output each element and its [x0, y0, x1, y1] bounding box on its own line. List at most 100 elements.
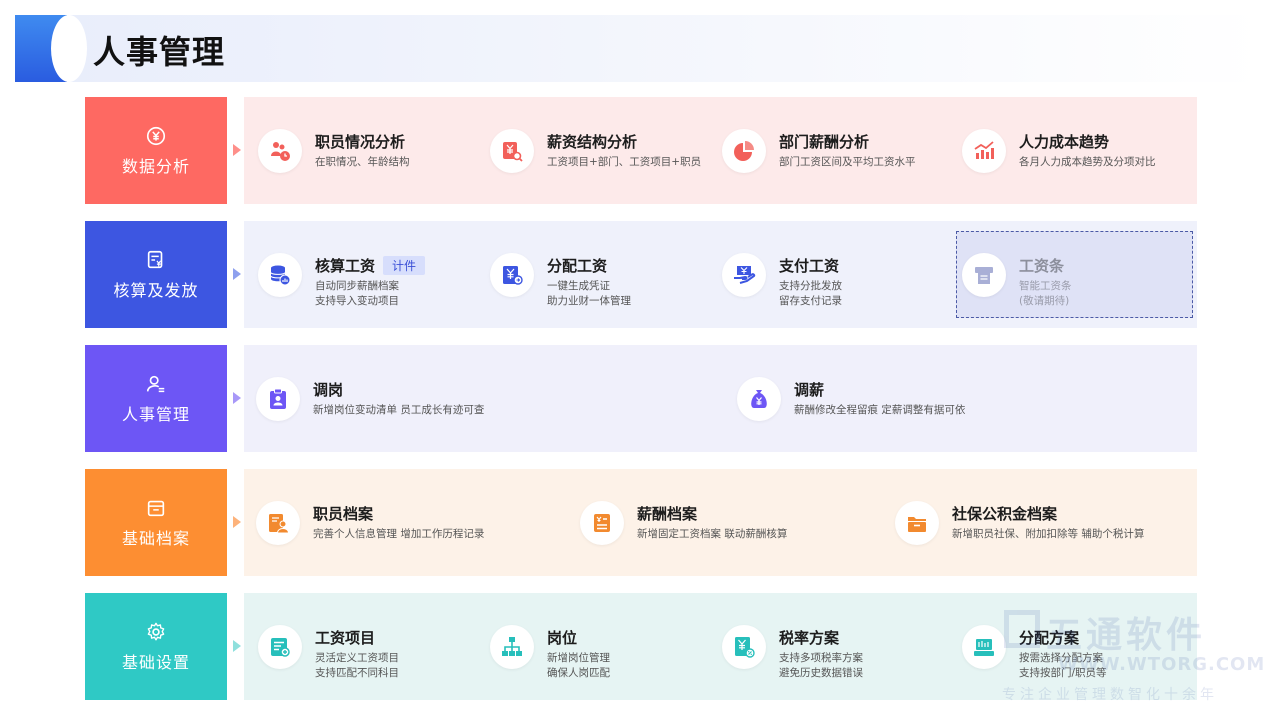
register-icon	[974, 639, 994, 656]
row-arrow	[233, 516, 241, 528]
item-name: 岗位	[547, 629, 578, 647]
item-dept-salary[interactable]: 部门薪酬分析 部门工资区间及平均工资水平	[722, 119, 942, 183]
watermark-slogan: 专注企业管理数智化十余年	[1002, 687, 1218, 703]
people-clock-icon	[271, 142, 290, 161]
piecework-badge[interactable]: 计件	[383, 256, 426, 275]
item-name: 工资项目	[315, 629, 376, 647]
item-desc: 在职情况、年龄结构	[315, 156, 410, 168]
category-data-analysis[interactable]: 数据分析	[85, 97, 227, 204]
item-icon-circle	[722, 625, 766, 669]
org-chart-icon	[502, 637, 522, 656]
item-desc: 支持分批发放 留存支付记录	[779, 280, 842, 307]
item-desc: 自动同步薪酬档案 支持导入变动项目	[315, 280, 399, 307]
database-chart-icon	[270, 265, 291, 286]
watermark-url: WWW.WTORG.COM	[1058, 654, 1266, 675]
row-personnel: 人事管理 调岗 新增岗位变动清单 员工成长有迹可查 调薪 薪酬修改全程留痕 定薪…	[85, 345, 1197, 452]
item-cost-trend[interactable]: 人力成本趋势 各月人力成本趋势及分项对比	[962, 119, 1187, 183]
row-panel: 核算工资 计件 自动同步薪酬档案 支持导入变动项目 分配工资 一键生成凭证 助力业财一…	[244, 221, 1197, 328]
item-pay-salary[interactable]: 支付工资 支持分批发放 留存支付记录	[722, 243, 922, 307]
item-desc: 新增职员社保、附加扣除等 辅助个税计算	[952, 528, 1145, 540]
folder-box-icon	[908, 517, 926, 532]
archive-box-icon	[147, 500, 165, 516]
item-desc: 灵活定义工资项目 支持匹配不同科目	[315, 652, 399, 679]
item-desc: 各月人力成本趋势及分项对比	[1019, 156, 1156, 168]
row-panel: 调岗 新增岗位变动清单 员工成长有迹可查 调薪 薪酬修改全程留痕 定薪调整有据可…	[244, 345, 1197, 452]
item-desc: 新增岗位管理 确保人岗匹配	[547, 652, 610, 679]
item-icon-circle	[722, 253, 766, 297]
item-staff-archive[interactable]: 职员档案 完善个人信息管理 增加工作历程记录	[256, 491, 536, 555]
item-desc: 新增岗位变动清单 员工成长有迹可查	[313, 404, 485, 416]
brand-watermark: 五通软件 WWW.WTORG.COM 专注企业管理数智化十余年	[998, 604, 1268, 714]
item-name: 调岗	[313, 381, 344, 399]
tax-percent-icon	[735, 637, 755, 658]
yuan-search-icon	[503, 142, 523, 162]
item-desc: 部门工资区间及平均工资水平	[779, 156, 916, 168]
item-desc: 工资项目+部门、工资项目+职员	[547, 156, 702, 168]
category-label: 基础档案	[121, 528, 190, 548]
item-staff-analysis[interactable]: 职员情况分析 在职情况、年龄结构	[258, 119, 468, 183]
item-desc: 薪酬修改全程留痕 定薪调整有据可依	[794, 404, 966, 416]
row-data-analysis: 数据分析 职员情况分析 在职情况、年龄结构 薪资结构分析 工资项目+部门、工资项…	[85, 97, 1197, 204]
item-name: 支付工资	[779, 257, 840, 275]
item-name: 薪酬档案	[637, 505, 698, 523]
item-desc: 智能工资条 (敬请期待)	[1019, 280, 1072, 307]
item-name: 职员情况分析	[315, 133, 406, 151]
item-name: 社保公积金档案	[952, 505, 1058, 523]
payslip-printer-icon	[975, 267, 993, 284]
category-label: 人事管理	[121, 404, 190, 424]
page-header: 人事管理	[15, 15, 1265, 82]
user-list-icon	[146, 375, 165, 392]
item-icon-circle	[258, 253, 302, 297]
item-salary-items[interactable]: 工资项目 灵活定义工资项目 支持匹配不同科目	[258, 615, 468, 679]
category-label: 基础设置	[121, 652, 190, 672]
item-name: 工资条	[1019, 257, 1065, 275]
item-payslip[interactable]: 工资条 智能工资条 (敬请期待)	[962, 243, 1162, 307]
yuan-chart-icon	[146, 126, 166, 145]
item-salary-adjust[interactable]: 调薪 薪酬修改全程留痕 定薪调整有据可依	[737, 367, 1037, 431]
item-icon-circle	[895, 501, 939, 545]
row-payroll: 核算及发放 核算工资 计件 自动同步薪酬档案 支持导入变动项目 分配工资 一键生…	[85, 221, 1197, 328]
item-salary-structure[interactable]: 薪资结构分析 工资项目+部门、工资项目+职员	[490, 119, 710, 183]
item-transfer[interactable]: 调岗 新增岗位变动清单 员工成长有迹可查	[256, 367, 556, 431]
item-positions[interactable]: 岗位 新增岗位管理 确保人岗匹配	[490, 615, 690, 679]
item-desc: 完善个人信息管理 增加工作历程记录	[313, 528, 485, 540]
item-allocate-salary[interactable]: 分配工资 一键生成凭证 助力业财一体管理	[490, 243, 690, 307]
category-settings[interactable]: 基础设置	[85, 593, 227, 700]
item-social-security-archive[interactable]: 社保公积金档案 新增职员社保、附加扣除等 辅助个税计算	[895, 491, 1190, 555]
item-name: 调薪	[794, 381, 825, 399]
item-icon-circle	[490, 253, 534, 297]
category-personnel[interactable]: 人事管理	[85, 345, 227, 452]
row-arrow	[233, 268, 241, 280]
item-icon-circle	[258, 625, 302, 669]
item-name: 部门薪酬分析	[779, 133, 870, 151]
item-name: 人力成本趋势	[1019, 133, 1110, 151]
item-desc: 新增固定工资档案 联动薪酬核算	[637, 528, 788, 540]
list-add-icon	[271, 638, 290, 657]
page-title: 人事管理	[93, 33, 226, 71]
item-icon-circle	[258, 129, 302, 173]
row-arrow	[233, 392, 241, 404]
item-calc-salary[interactable]: 核算工资 计件 自动同步薪酬档案 支持导入变动项目	[258, 243, 468, 307]
item-name: 分配工资	[547, 257, 608, 275]
item-icon-circle	[256, 377, 300, 421]
user-card-icon	[269, 514, 290, 534]
pie-chart-icon	[734, 141, 754, 161]
document-yuan-icon	[147, 250, 163, 268]
bar-chart-icon	[974, 141, 994, 159]
row-arrow	[233, 640, 241, 652]
header-accent-cap	[51, 15, 87, 82]
item-salary-archive[interactable]: 薪酬档案 新增固定工资档案 联动薪酬核算	[580, 491, 840, 555]
item-icon-circle	[580, 501, 624, 545]
category-payroll[interactable]: 核算及发放	[85, 221, 227, 328]
hand-money-icon	[734, 266, 756, 284]
watermark-brand: 五通软件	[1046, 615, 1207, 656]
item-icon-circle	[737, 377, 781, 421]
category-archive[interactable]: 基础档案	[85, 469, 227, 576]
item-icon-circle	[962, 129, 1006, 173]
yuan-doc-icon	[594, 514, 610, 532]
item-icon-circle	[490, 129, 534, 173]
gear-icon	[147, 622, 165, 640]
item-icon-circle	[722, 129, 766, 173]
item-tax-scheme[interactable]: 税率方案 支持多项税率方案 避免历史数据错误	[722, 615, 922, 679]
row-panel: 职员档案 完善个人信息管理 增加工作历程记录 薪酬档案 新增固定工资档案 联动薪…	[244, 469, 1197, 576]
